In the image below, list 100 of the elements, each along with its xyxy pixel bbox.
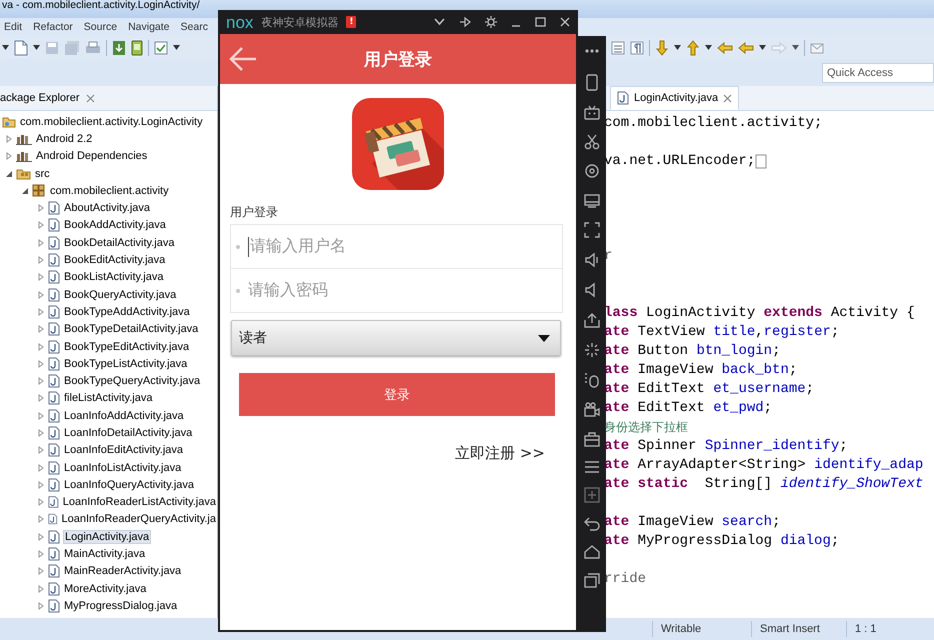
tree-item[interactable]: BookListActivity.java <box>63 271 164 284</box>
collapsed-arrow-icon[interactable] <box>5 134 13 143</box>
screen-icon[interactable] <box>584 194 600 208</box>
expanded-arrow-icon[interactable] <box>5 170 13 178</box>
collapsed-arrow-icon[interactable] <box>37 584 45 593</box>
collapsed-arrow-icon[interactable] <box>37 273 45 282</box>
tree-item[interactable]: fileListActivity.java <box>63 392 154 404</box>
collapsed-arrow-icon[interactable] <box>37 394 45 402</box>
collapsed-arrow-icon[interactable] <box>37 360 45 368</box>
location-icon[interactable] <box>584 164 600 180</box>
collapsed-arrow-icon[interactable] <box>37 377 45 386</box>
arrow-left-icon[interactable] <box>738 42 754 54</box>
menu-item[interactable]: Refactor <box>32 21 74 33</box>
menu-item[interactable]: Edit <box>3 21 24 33</box>
collapsed-arrow-icon[interactable] <box>37 602 45 610</box>
scissors-icon[interactable] <box>584 134 600 150</box>
maximize-icon[interactable] <box>535 17 546 27</box>
tree-item[interactable]: AboutActivity.java <box>63 202 152 214</box>
register-link[interactable]: 立即注册 >> <box>455 444 545 463</box>
collapsed-arrow-icon[interactable] <box>37 515 45 524</box>
collapsed-arrow-icon[interactable] <box>37 325 45 334</box>
tree-item[interactable]: Android 2.2 <box>35 132 94 145</box>
tree-item[interactable]: BookTypeListActivity.java <box>63 358 188 370</box>
caret-icon[interactable] <box>674 45 681 50</box>
tree-item[interactable]: com.mobileclient.activity.LoginActivity <box>19 116 204 128</box>
login-button[interactable]: 登录 <box>239 373 555 416</box>
upload-icon[interactable] <box>584 312 600 328</box>
envelope-icon[interactable] <box>810 42 824 54</box>
expanded-arrow-icon[interactable] <box>21 186 29 195</box>
tree-item[interactable]: LoanInfoReaderQueryActivity.ja <box>60 513 217 526</box>
tree-item[interactable]: LoanInfoReaderListActivity.java <box>62 496 217 508</box>
arrow-down-icon[interactable] <box>655 40 669 56</box>
caret-icon[interactable] <box>2 45 9 50</box>
tree-item[interactable]: MainReaderActivity.java <box>63 565 182 578</box>
tree-item[interactable]: BookTypeDetailActivity.java <box>63 323 200 336</box>
fold-marker-icon[interactable] <box>755 154 768 169</box>
chevron-down-icon[interactable] <box>434 18 445 26</box>
collapsed-arrow-icon[interactable] <box>37 412 45 420</box>
collapsed-arrow-icon[interactable] <box>37 464 45 472</box>
menu-item[interactable]: Navigate <box>127 21 171 33</box>
settings-icon[interactable] <box>485 16 497 28</box>
caret-icon[interactable] <box>705 45 712 50</box>
add-window-icon[interactable] <box>584 487 600 503</box>
toolbox-icon[interactable] <box>584 432 600 447</box>
collapsed-arrow-icon[interactable] <box>5 152 13 160</box>
back-icon[interactable] <box>584 517 600 531</box>
collapsed-arrow-icon[interactable] <box>37 480 45 489</box>
caret-icon[interactable] <box>792 45 799 50</box>
tree-item[interactable]: LoanInfoAddActivity.java <box>63 410 185 422</box>
collapsed-arrow-icon[interactable] <box>37 256 45 264</box>
menu-item[interactable]: Source <box>82 21 118 33</box>
tree-item[interactable]: MainActivity.java <box>63 548 146 560</box>
tree-item[interactable]: BookQueryActivity.java <box>63 288 178 301</box>
collapsed-arrow-icon[interactable] <box>37 550 45 558</box>
tree-item[interactable]: com.mobileclient.activity <box>49 184 170 197</box>
print-icon[interactable] <box>85 40 101 54</box>
tree-item[interactable]: MyProgressDialog.java <box>63 600 178 612</box>
recent-apps-icon[interactable] <box>584 573 600 588</box>
collapsed-arrow-icon[interactable] <box>37 221 45 230</box>
tree-item[interactable]: BookEditActivity.java <box>63 254 166 266</box>
list-icon[interactable] <box>611 40 625 54</box>
tree-item[interactable]: src <box>34 168 51 180</box>
collapsed-arrow-icon[interactable] <box>37 446 45 454</box>
phone-icon[interactable] <box>586 74 598 91</box>
caret-icon[interactable] <box>33 45 40 50</box>
collapsed-arrow-icon[interactable] <box>37 308 45 316</box>
collapsed-arrow-icon[interactable] <box>37 238 45 247</box>
collapsed-arrow-icon[interactable] <box>37 567 45 576</box>
tree-item[interactable]: LoanInfoEditActivity.java <box>63 444 184 456</box>
new-file-icon[interactable] <box>14 40 28 56</box>
menu-item[interactable]: Searc <box>180 21 209 33</box>
tree-item[interactable]: BookAddActivity.java <box>63 219 167 232</box>
tree-item[interactable]: LoanInfoListActivity.java <box>63 462 182 474</box>
pilcrow-icon[interactable] <box>630 40 644 54</box>
tree-item[interactable]: LoanInfoQueryActivity.java <box>63 478 196 491</box>
collapsed-arrow-icon[interactable] <box>37 532 45 541</box>
collapsed-arrow-icon[interactable] <box>37 428 45 437</box>
collapsed-arrow-icon[interactable] <box>37 498 45 506</box>
editor-tab[interactable]: LoginActivity.java <box>610 86 740 110</box>
caret-icon[interactable] <box>759 45 766 50</box>
collapsed-arrow-icon[interactable] <box>37 342 45 350</box>
tree-item[interactable]: LoanInfoDetailActivity.java <box>63 426 194 439</box>
device-icon[interactable] <box>131 40 143 56</box>
role-dropdown[interactable]: 读者 <box>231 320 561 356</box>
more-icon[interactable] <box>584 49 598 53</box>
tree-item[interactable]: BookTypeAddActivity.java <box>63 306 191 318</box>
quick-access-field[interactable]: Quick Access <box>822 62 934 82</box>
tree-item[interactable]: Android Dependencies <box>35 150 148 162</box>
collapsed-arrow-icon[interactable] <box>37 204 45 212</box>
pin-icon[interactable] <box>459 16 471 28</box>
download-icon[interactable] <box>112 40 126 56</box>
mouse-icon[interactable] <box>584 372 600 388</box>
volume-up-icon[interactable] <box>584 252 600 268</box>
tree-item[interactable]: MoreActivity.java <box>63 582 148 595</box>
home-icon[interactable] <box>584 545 600 559</box>
tree-item[interactable]: BookTypeEditActivity.java <box>63 340 190 352</box>
close-icon[interactable] <box>560 17 570 27</box>
checkbox-icon[interactable] <box>154 40 168 54</box>
shake-icon[interactable] <box>584 342 600 358</box>
tree-item[interactable]: BookTypeQueryActivity.java <box>63 375 202 388</box>
